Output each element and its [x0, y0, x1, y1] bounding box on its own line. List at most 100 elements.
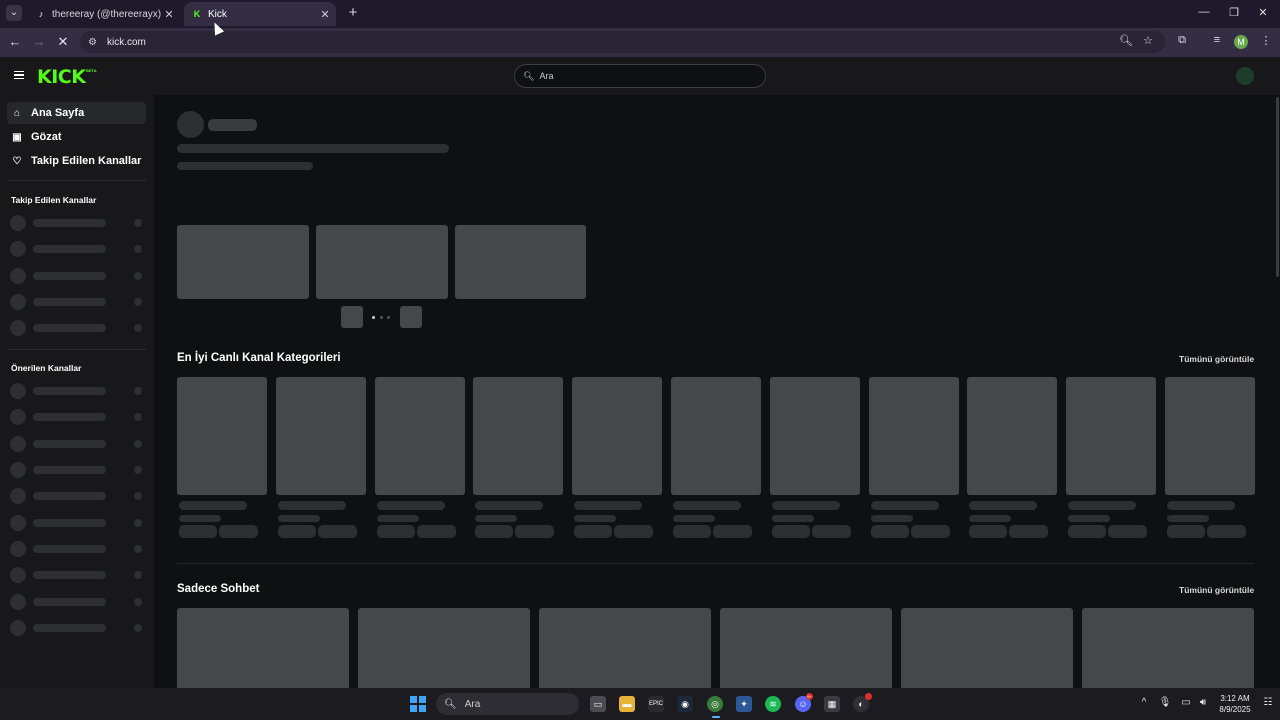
skeleton-channel-row: [10, 214, 144, 232]
carousel-dot[interactable]: [387, 316, 390, 319]
view-all-categories-link[interactable]: Tümünü görüntüle: [1179, 354, 1254, 364]
skeleton-category-card: [375, 377, 465, 495]
skeleton-category-card: [1066, 377, 1156, 495]
carousel-next-button[interactable]: [400, 306, 422, 328]
close-icon[interactable]: ✕: [318, 8, 332, 21]
skeleton-tag: [219, 525, 258, 538]
new-tab-button[interactable]: +: [345, 5, 361, 21]
tab-search-chevron-icon[interactable]: ⌄: [6, 5, 22, 21]
address-bar[interactable]: ⚙ kick.com: [80, 31, 1165, 53]
view-all-chat-link[interactable]: Tümünü görüntüle: [1179, 585, 1254, 595]
taskbar-clock[interactable]: 3:12 AM 8/9/2025: [1214, 693, 1256, 715]
skeleton-tag: [179, 525, 217, 538]
notification-dot: [865, 693, 872, 700]
skeleton-line: [574, 501, 642, 510]
bookmark-star-icon[interactable]: ☆: [1140, 34, 1156, 47]
chrome-icon[interactable]: ◎: [707, 696, 723, 712]
extensions-puzzle-icon[interactable]: ⧉: [1174, 34, 1190, 47]
tab-kick[interactable]: K Kick ✕: [184, 2, 336, 26]
skeleton-tag: [318, 525, 357, 538]
file-explorer-icon[interactable]: ▬: [619, 696, 635, 712]
skeleton-tag: [417, 525, 456, 538]
tab-title: thereeray (@thereerayx) CANLI: [52, 8, 162, 20]
skeleton-line: [179, 501, 247, 510]
skeleton-tag: [1068, 525, 1106, 538]
section-title-categories: En İyi Canlı Kanal Kategorileri: [177, 352, 341, 364]
sidebar-item-home[interactable]: ⌂ Ana Sayfa: [7, 102, 146, 124]
site-header: KICK BETA 🔍︎ Ara: [0, 57, 1280, 95]
sidebar-item-label: Ana Sayfa: [31, 107, 85, 119]
task-view-icon[interactable]: ▭: [590, 696, 606, 712]
stop-loading-icon[interactable]: ✕: [55, 34, 71, 50]
carousel-prev-button[interactable]: [341, 306, 363, 328]
skeleton-line: [1167, 501, 1235, 510]
carousel-dot[interactable]: [380, 316, 383, 319]
skeleton-channel-row: [10, 319, 144, 337]
skeleton-line: [969, 501, 1037, 510]
search-placeholder: Ara: [539, 71, 554, 81]
skeleton-channel-row: [10, 435, 144, 453]
skeleton-line: [772, 501, 840, 510]
skeleton-line: [871, 515, 913, 522]
skeleton-channel-row: [10, 267, 144, 285]
tab-tiktok[interactable]: ♪ thereeray (@thereerayx) CANLI ✕: [28, 2, 180, 26]
volume-icon[interactable]: 🔊︎: [1196, 697, 1210, 708]
media-control-icon[interactable]: ≡: [1209, 34, 1225, 46]
skeleton-line: [871, 501, 939, 510]
skeleton-channel-row: [10, 461, 144, 479]
browser-menu-icon[interactable]: ⋮: [1258, 34, 1274, 47]
windows-start-icon[interactable]: [410, 696, 426, 712]
windows-taskbar: 🔍︎ Ara ▭ ▬ EPIC ◉ ◎ ✦ ≋ ☺ 9+ ▦ ◐ ^ 🎙︎ ▭ …: [0, 688, 1280, 720]
address-url: kick.com: [106, 36, 146, 48]
skeleton-channel-row: [10, 540, 144, 558]
skeleton-line: [673, 515, 715, 522]
tray-overflow-chevron-icon[interactable]: ^: [1137, 697, 1151, 708]
network-icon[interactable]: ▭: [1179, 697, 1193, 708]
skeleton-tag: [515, 525, 554, 538]
skeleton-tag: [278, 525, 316, 538]
hamburger-menu-icon[interactable]: [14, 71, 24, 79]
close-icon[interactable]: ✕: [162, 8, 176, 21]
carousel-dot[interactable]: [372, 316, 375, 319]
skeleton-line: [278, 515, 320, 522]
search-icon: 🔍︎: [523, 70, 535, 81]
microphone-icon[interactable]: 🎙︎: [1158, 697, 1172, 708]
clock-date: 8/9/2025: [1219, 705, 1251, 714]
sidebar-item-browse[interactable]: ▣ Gözat: [7, 126, 146, 148]
forward-arrow-icon[interactable]: →: [31, 34, 47, 50]
site-search-input[interactable]: 🔍︎ Ara: [514, 64, 766, 88]
browse-icon: ▣: [12, 131, 22, 143]
site-info-icon[interactable]: ⚙: [88, 37, 97, 48]
page-scrollbar[interactable]: [1276, 97, 1279, 277]
skeleton-category-card: [572, 377, 662, 495]
skeleton-channel-row: [10, 408, 144, 426]
section-divider: [177, 563, 1254, 564]
app-icon[interactable]: ✦: [736, 696, 752, 712]
window-close-icon[interactable]: ✕: [1255, 6, 1271, 19]
skeleton-tag: [713, 525, 752, 538]
profile-avatar[interactable]: M: [1234, 35, 1248, 49]
calculator-icon[interactable]: ▦: [824, 696, 840, 712]
skeleton-channel-row: [10, 293, 144, 311]
zoom-icon[interactable]: 🔍︎: [1118, 34, 1134, 47]
steam-icon[interactable]: ◉: [677, 696, 693, 712]
skeleton-tag: [1167, 525, 1205, 538]
skeleton-tag: [574, 525, 612, 538]
search-icon: 🔍︎: [444, 698, 457, 710]
user-avatar[interactable]: [1236, 67, 1254, 85]
skeleton-line: [1167, 515, 1209, 522]
minimize-icon[interactable]: —: [1196, 6, 1212, 18]
skeleton-category-card: [177, 377, 267, 495]
skeleton-stream-card: [1082, 608, 1254, 688]
epic-games-icon[interactable]: EPIC: [648, 696, 664, 712]
notifications-icon[interactable]: ☷: [1261, 697, 1275, 708]
skeleton-line: [208, 119, 257, 131]
kick-logo[interactable]: KICK: [37, 66, 86, 88]
taskbar-search[interactable]: 🔍︎ Ara: [436, 693, 579, 715]
skeleton-channel-row: [10, 240, 144, 258]
back-arrow-icon[interactable]: ←: [7, 34, 23, 50]
sidebar-item-following[interactable]: ♡ Takip Edilen Kanallar: [7, 150, 146, 172]
restore-icon[interactable]: ❐: [1226, 6, 1242, 19]
spotify-icon[interactable]: ≋: [765, 696, 781, 712]
tiktok-icon: ♪: [38, 9, 44, 19]
